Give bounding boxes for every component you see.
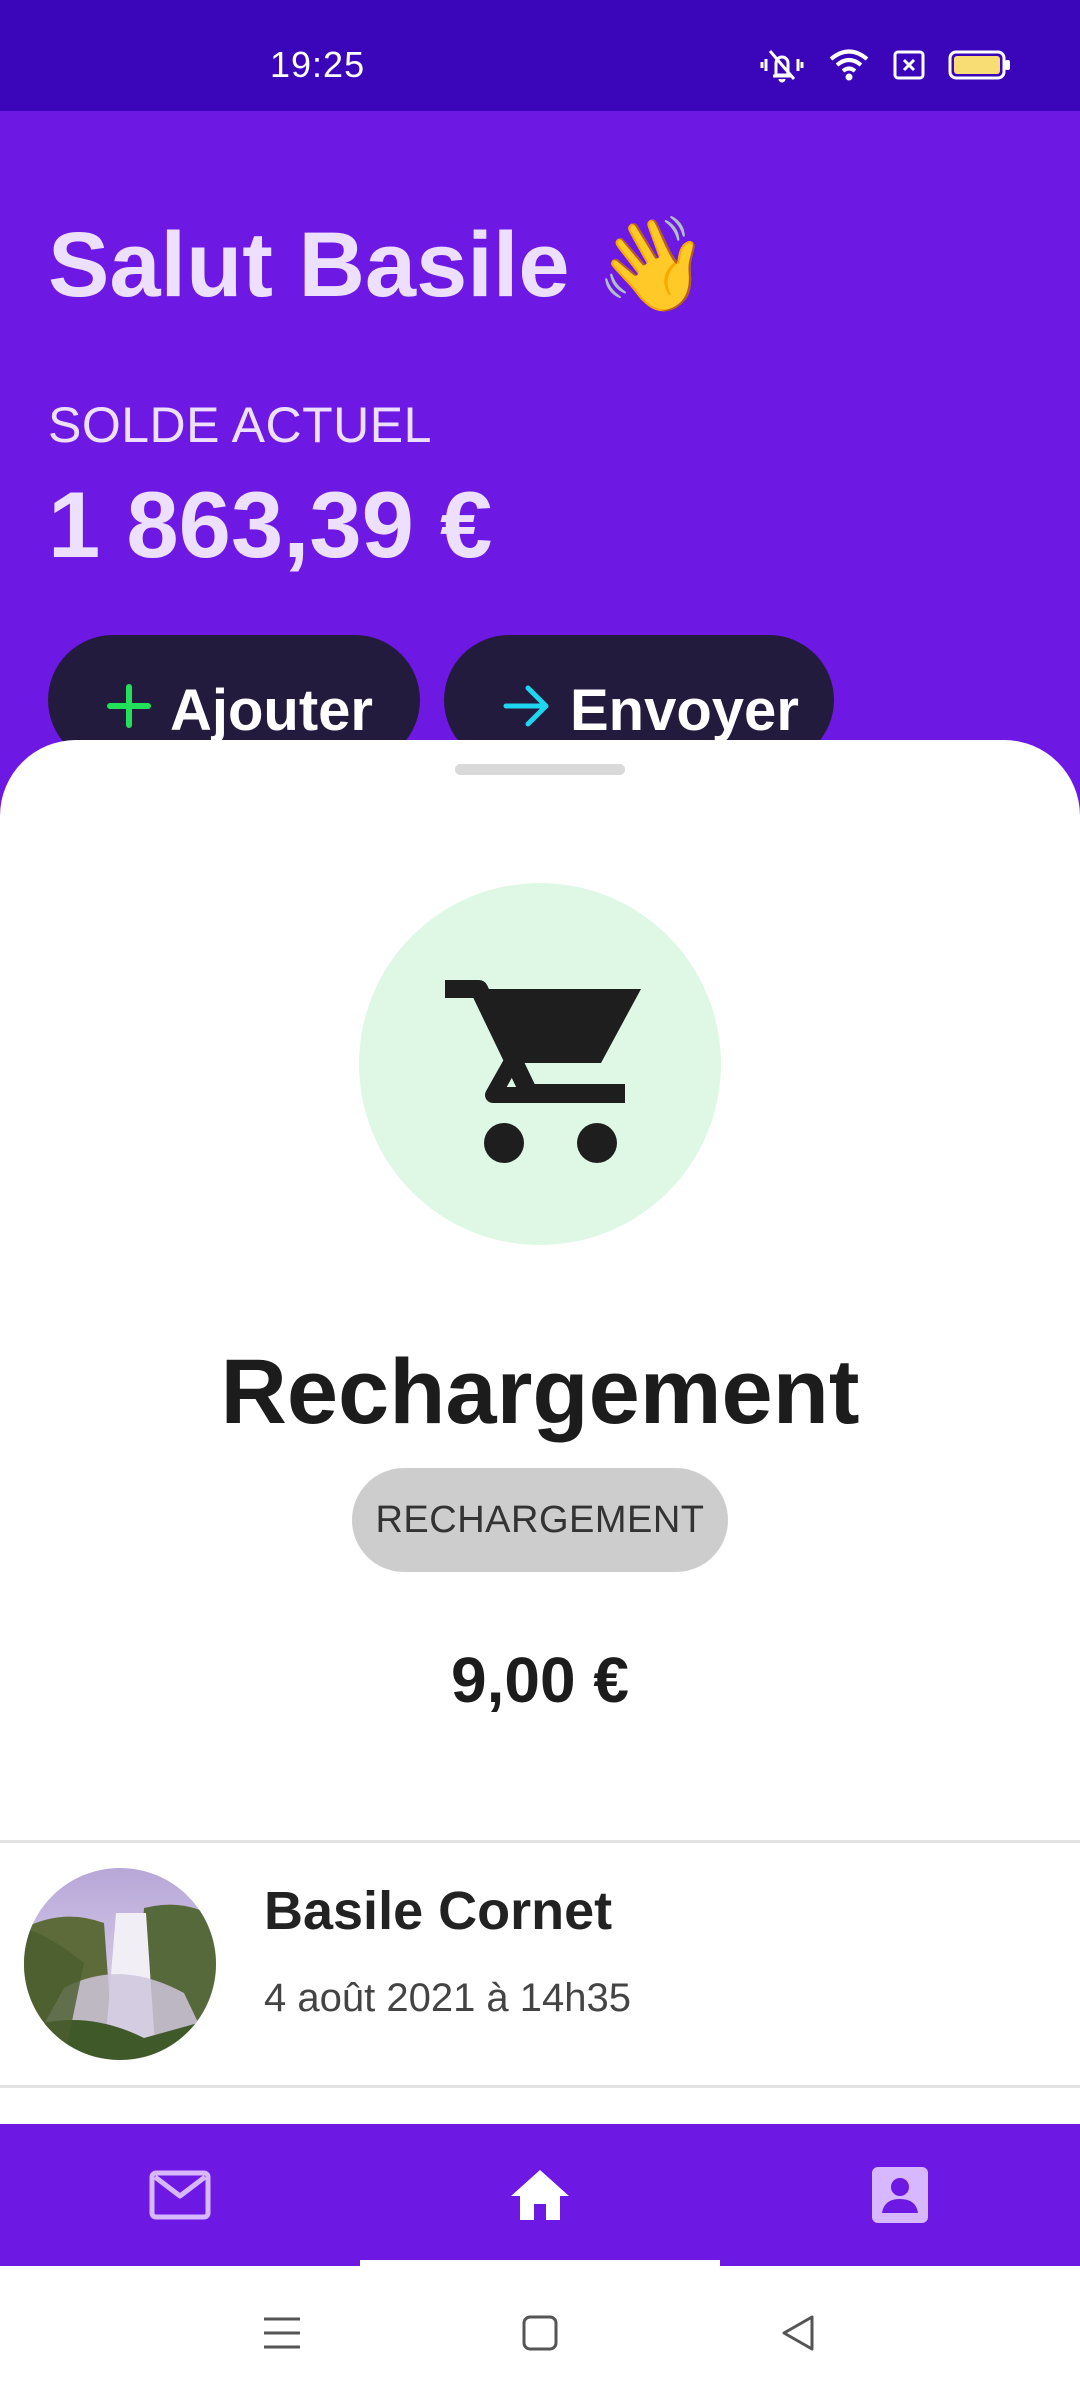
status-bar: 19:25 [0, 0, 1080, 111]
waving-hand-icon: 👋 [595, 211, 710, 318]
mute-vibrate-icon [758, 45, 806, 85]
arrow-right-icon [503, 685, 549, 727]
bottom-navigation [0, 2124, 1080, 2266]
add-button-label: Ajouter [170, 678, 373, 743]
divider-top [0, 1840, 1080, 1843]
category-badge: RECHARGEMENT [352, 1468, 728, 1572]
send-button-label: Envoyer [570, 678, 799, 743]
recent-apps-button[interactable] [222, 2266, 342, 2400]
transaction-amount: 9,00 € [451, 1644, 629, 1716]
balance-value: 1 863,39 € [48, 472, 493, 577]
mail-icon [149, 2170, 211, 2220]
transaction-title: Rechargement [220, 1341, 860, 1443]
transaction-icon-circle [359, 883, 721, 1245]
plus-icon [107, 684, 151, 728]
system-navigation-bar [0, 2266, 1080, 2400]
back-triangle-icon [782, 2315, 814, 2351]
nav-profile[interactable] [720, 2124, 1080, 2266]
nav-home[interactable] [360, 2124, 720, 2266]
home-icon [511, 2170, 569, 2220]
divider-bottom [0, 2085, 1080, 2088]
wifi-icon [828, 47, 870, 83]
home-system-button[interactable] [480, 2266, 600, 2400]
transaction-date: 4 août 2021 à 14h35 [264, 1976, 632, 2020]
greeting-text: Salut Basile [48, 214, 570, 316]
battery-icon [948, 49, 1012, 81]
nav-messages[interactable] [0, 2124, 360, 2266]
status-time: 19:25 [270, 44, 366, 85]
shopping-cart-icon [445, 980, 641, 1163]
avatar [24, 1868, 216, 2060]
profile-icon [872, 2167, 928, 2223]
square-icon [522, 2315, 558, 2351]
no-sim-icon [892, 48, 926, 82]
transaction-detail-sheet: Rechargement RECHARGEMENT 9,00 € Basile … [0, 740, 1080, 2124]
back-button[interactable] [738, 2266, 858, 2400]
status-icons [758, 40, 1012, 90]
balance-header: Salut Basile 👋 SOLDE ACTUEL 1 863,39 € A… [0, 111, 1080, 765]
person-name: Basile Cornet [264, 1881, 613, 1941]
balance-label: SOLDE ACTUEL [48, 397, 432, 453]
greeting-title: Salut Basile 👋 [48, 211, 710, 319]
sheet-drag-handle[interactable] [455, 764, 625, 775]
menu-icon [264, 2317, 300, 2349]
